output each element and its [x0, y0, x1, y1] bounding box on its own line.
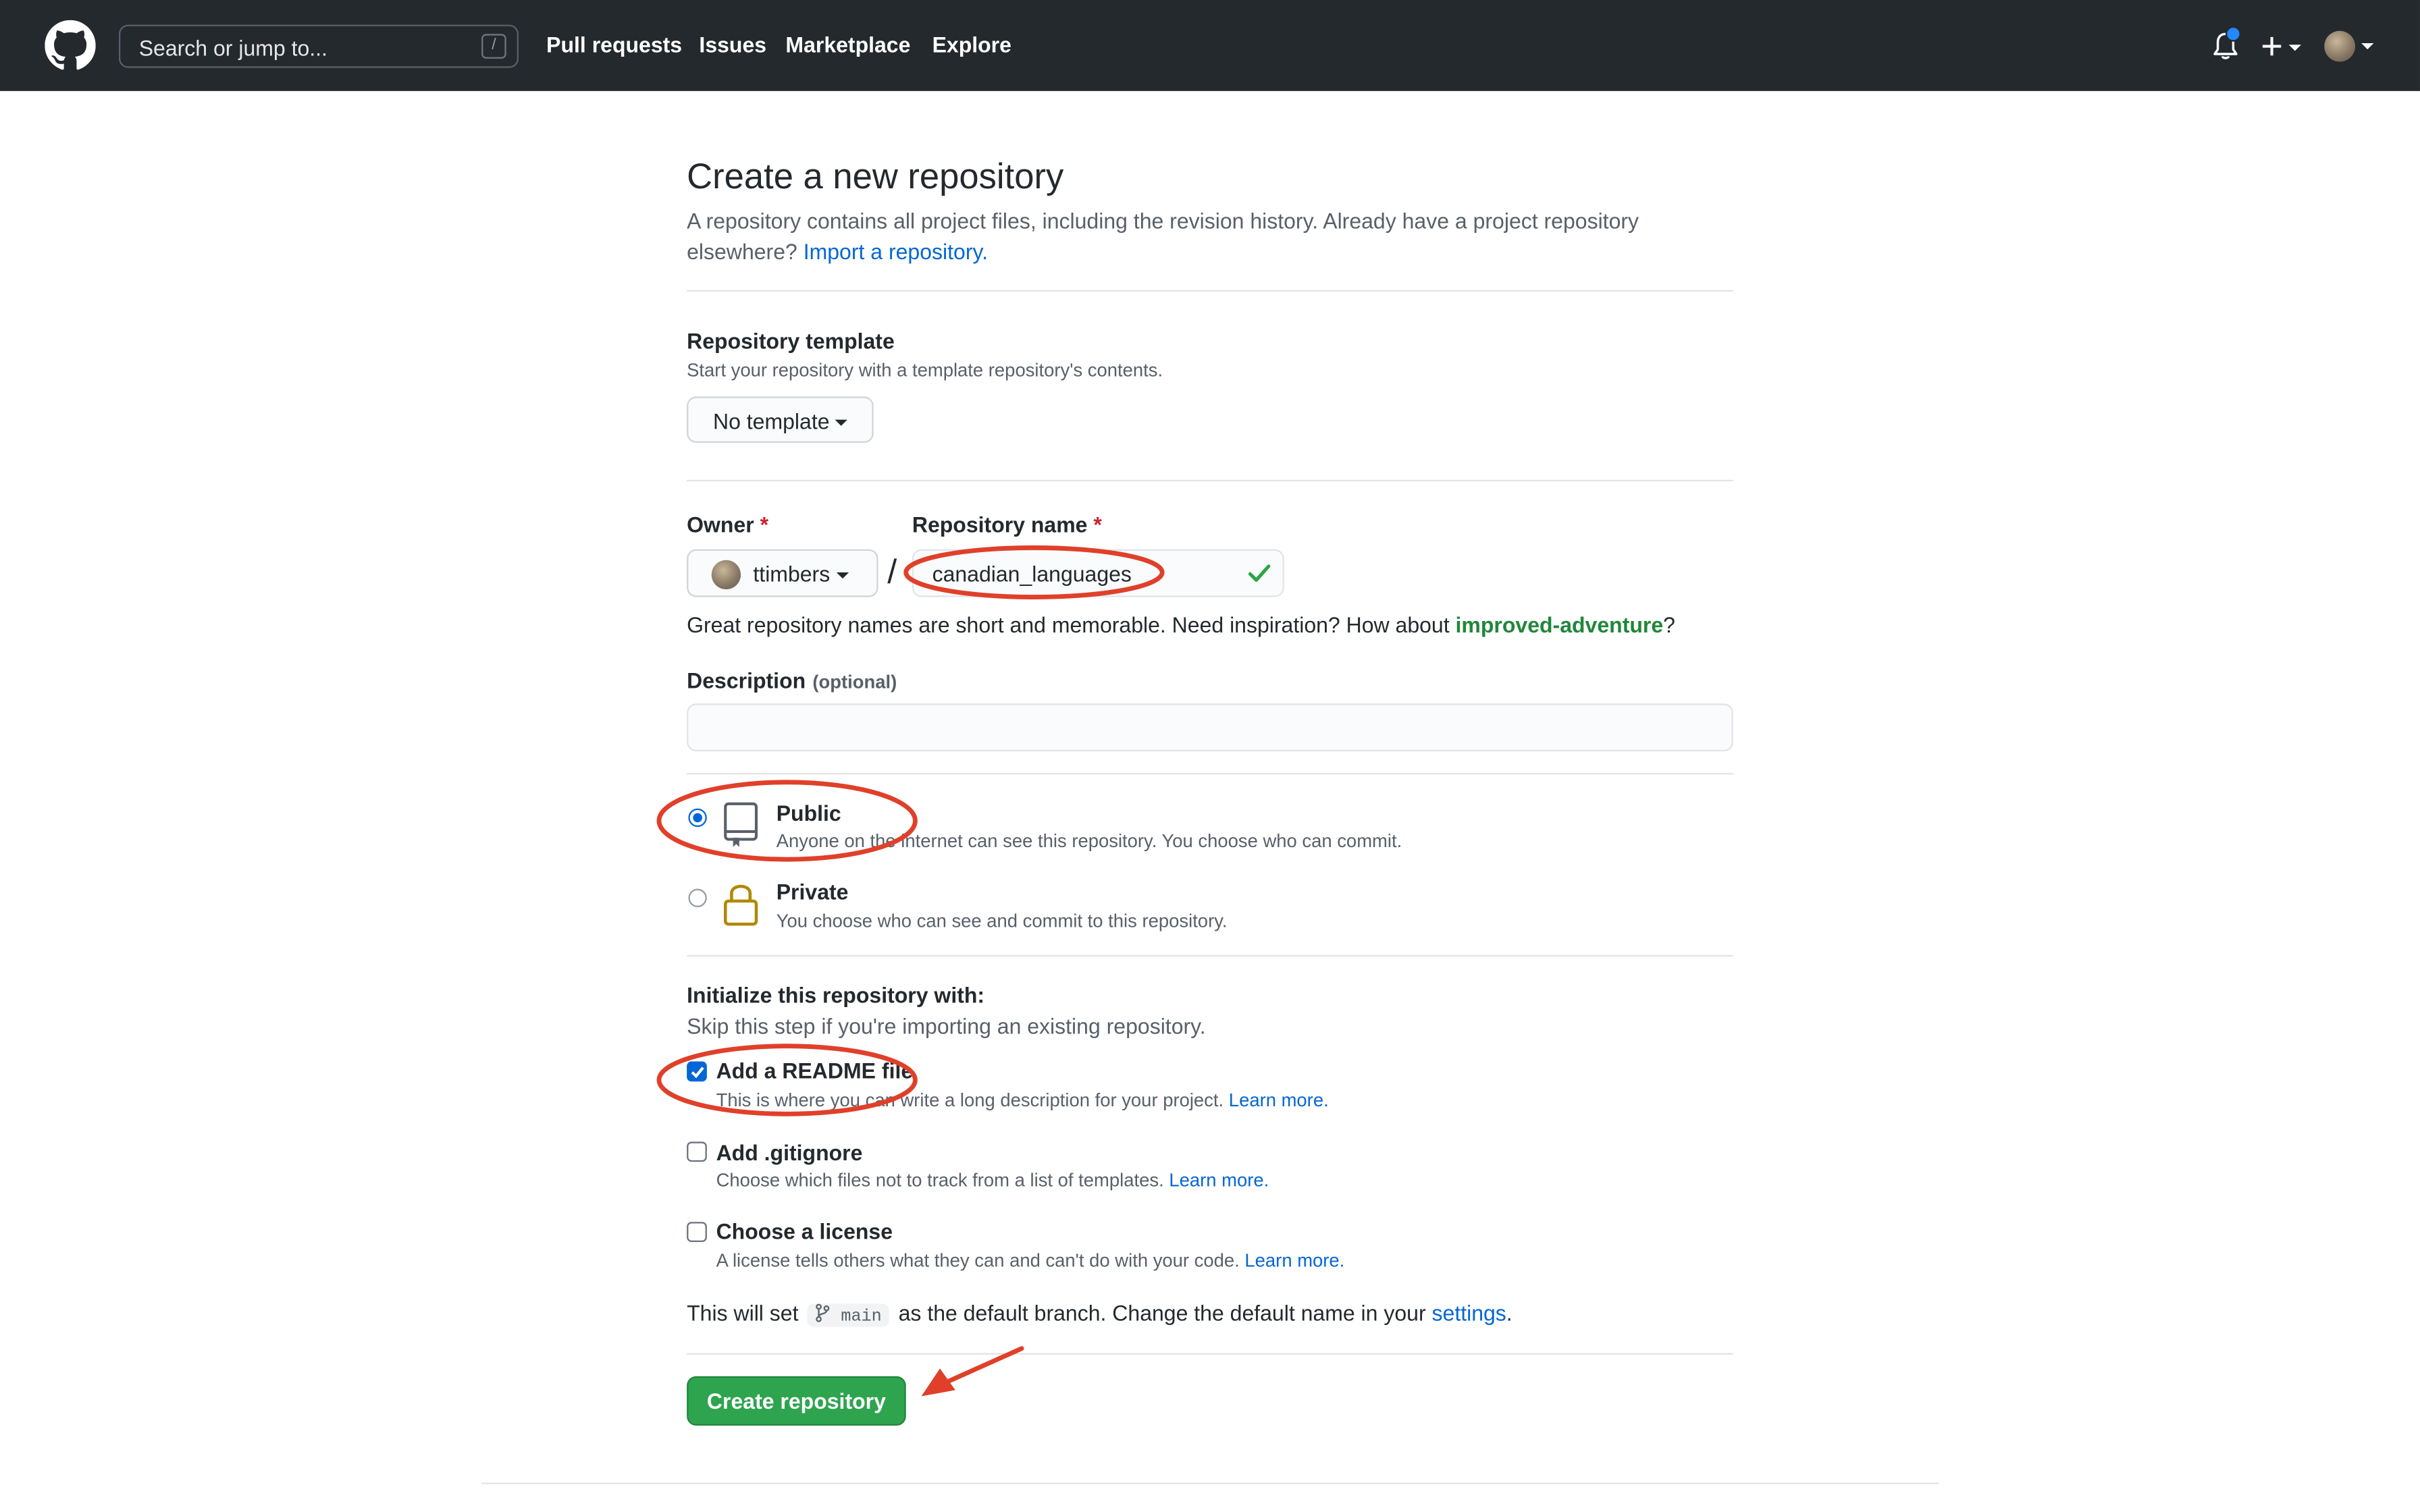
divider — [687, 954, 1733, 957]
suggested-name-link[interactable]: improved-adventure — [1456, 612, 1664, 637]
required-mark: * — [1093, 512, 1102, 537]
create-repository-button[interactable]: Create repository — [687, 1376, 906, 1426]
readme-learn-more-link[interactable]: Learn more. — [1229, 1089, 1329, 1111]
private-radio[interactable] — [688, 888, 707, 907]
license-label: Choose a license — [716, 1218, 893, 1244]
gitignore-learn-more-link[interactable]: Learn more. — [1169, 1170, 1269, 1191]
lock-icon — [723, 884, 758, 926]
optional-tag: (optional) — [812, 671, 897, 693]
repo-name-label-text: Repository name — [912, 512, 1088, 537]
branch-note-middle: as the default branch. Change the defaul… — [898, 1300, 1426, 1326]
notification-indicator-dot — [2225, 26, 2241, 42]
search-input[interactable]: Search or jump to... / — [118, 24, 519, 68]
public-radio[interactable] — [688, 808, 707, 828]
divider — [687, 1353, 1733, 1355]
readme-desc: This is where you can write a long descr… — [716, 1089, 1329, 1111]
gitignore-checkbox[interactable] — [687, 1141, 707, 1162]
chevron-down-icon — [836, 572, 849, 579]
nav-explore[interactable]: Explore — [932, 32, 1011, 57]
readme-desc-text: This is where you can write a long descr… — [716, 1089, 1224, 1111]
footer-divider — [481, 1482, 1939, 1484]
hint-suffix: ? — [1663, 612, 1675, 637]
init-title: Initialize this repository with: — [687, 982, 985, 1008]
license-desc-text: A license tells others what they can and… — [716, 1249, 1240, 1272]
gitignore-desc-text: Choose which files not to track from a l… — [716, 1169, 1164, 1191]
git-branch-icon — [816, 1303, 830, 1322]
repo-name-label: Repository name * — [912, 512, 1102, 537]
create-new-plus-icon[interactable] — [2261, 28, 2308, 65]
branch-note-suffix: . — [1506, 1300, 1512, 1326]
owner-label-text: Owner — [687, 512, 754, 537]
template-dropdown-button[interactable]: No template — [687, 396, 874, 443]
readme-label: Add a README file — [716, 1058, 914, 1083]
nav-issues[interactable]: Issues — [699, 32, 766, 57]
page-intro: A repository contains all project files,… — [687, 205, 1690, 267]
top-header: Search or jump to... / Pull requests Iss… — [0, 0, 2420, 91]
gitignore-desc: Choose which files not to track from a l… — [716, 1170, 1269, 1191]
settings-link[interactable]: settings — [1432, 1301, 1506, 1326]
user-avatar[interactable] — [2324, 30, 2355, 62]
public-label: Public — [776, 801, 841, 826]
description-label: Description (optional) — [687, 668, 897, 696]
divider — [687, 479, 1733, 482]
user-menu-chevron-down-icon[interactable] — [2361, 43, 2374, 50]
repo-name-value: canadian_languages — [932, 561, 1132, 587]
branch-name: main — [841, 1308, 882, 1327]
required-mark: * — [760, 512, 769, 537]
license-learn-more-link[interactable]: Learn more. — [1244, 1249, 1344, 1271]
default-branch-note: This will set main as the default branch… — [687, 1301, 1512, 1327]
template-help: Start your repository with a template re… — [687, 359, 1163, 381]
gitignore-label: Add .gitignore — [716, 1140, 863, 1165]
search-placeholder: Search or jump to... — [138, 35, 327, 61]
divider — [687, 773, 1733, 775]
private-desc: You choose who can see and commit to thi… — [776, 910, 1228, 932]
nav-marketplace[interactable]: Marketplace — [785, 32, 910, 57]
repo-name-input[interactable]: canadian_languages — [912, 549, 1284, 597]
description-label-text: Description — [687, 668, 806, 693]
init-subtitle: Skip this step if you're importing an ex… — [687, 1013, 1206, 1039]
branch-badge: main — [807, 1303, 890, 1327]
import-repository-link[interactable]: Import a repository. — [804, 239, 988, 264]
description-input[interactable] — [687, 703, 1733, 752]
divider — [687, 290, 1733, 292]
page-title: Create a new repository — [687, 155, 1064, 196]
readme-checkbox[interactable] — [687, 1061, 707, 1082]
branch-note-prefix: This will set — [687, 1300, 799, 1326]
repo-name-hint-text: Great repository names are short and mem… — [687, 612, 1450, 637]
license-desc: A license tells others what they can and… — [716, 1249, 1345, 1271]
chevron-down-icon — [835, 420, 848, 427]
search-shortcut-key: / — [481, 34, 506, 59]
nav-pull-requests[interactable]: Pull requests — [546, 32, 682, 57]
owner-repo-separator: / — [887, 552, 897, 591]
checkmark-icon — [691, 1066, 704, 1079]
github-logo-icon[interactable] — [45, 20, 96, 71]
owner-avatar — [711, 560, 741, 590]
owner-value: ttimbers — [753, 561, 831, 587]
license-checkbox[interactable] — [687, 1222, 707, 1242]
template-button-label: No template — [712, 408, 830, 434]
template-label: Repository template — [687, 328, 895, 354]
owner-dropdown-button[interactable]: ttimbers — [687, 549, 878, 597]
public-repo-icon — [724, 802, 758, 847]
public-desc: Anyone on the internet can see this repo… — [776, 830, 1402, 852]
owner-label: Owner * — [687, 512, 768, 537]
valid-check-icon — [1248, 564, 1271, 582]
repo-name-hint: Great repository names are short and mem… — [687, 612, 1675, 637]
private-label: Private — [776, 879, 849, 905]
